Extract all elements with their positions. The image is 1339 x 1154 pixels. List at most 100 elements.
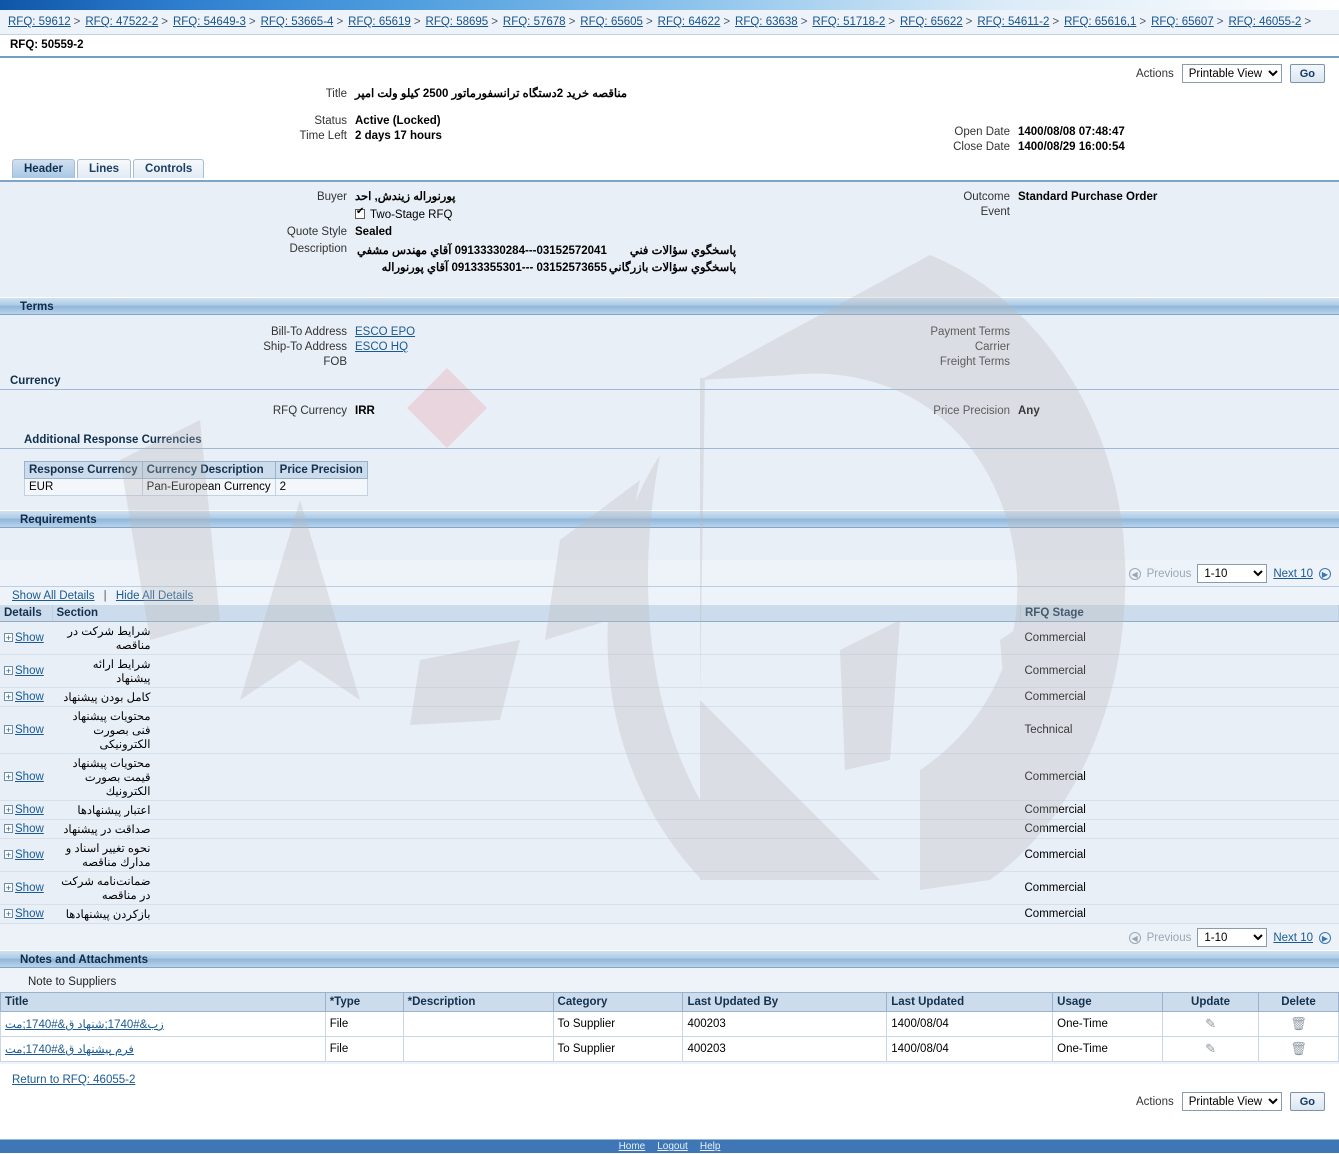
show-detail-link[interactable]: Show [15, 724, 44, 736]
breadcrumb-link[interactable]: RFQ: 58695 [426, 16, 489, 28]
attachment-title-link[interactable]: فرم پیشنهاد ق&#1740;مت [5, 1042, 134, 1056]
rfq-currency-row: RFQ Currency IRR [0, 404, 700, 418]
checkbox-icon [355, 206, 365, 219]
show-detail-link[interactable]: Show [15, 691, 44, 703]
trash-icon[interactable]: 🗑 [1290, 1041, 1307, 1056]
tab-header[interactable]: Header [12, 159, 75, 178]
open-date-value: 1400/08/08 07:48:47 [1018, 126, 1125, 138]
expand-plus-icon[interactable]: + [4, 633, 13, 643]
show-detail-link[interactable]: Show [15, 908, 44, 920]
expand-plus-icon[interactable]: + [4, 692, 13, 702]
breadcrumb-link[interactable]: RFQ: 65607 [1151, 16, 1214, 28]
tab-lines[interactable]: Lines [77, 159, 132, 178]
attachment-column-header: Title [0, 992, 326, 1012]
breadcrumb-separator: > [965, 16, 973, 28]
section-cell: محتویات پیشنهاد قیمت بصورت الکترونیك [52, 753, 1021, 801]
footer-link-home[interactable]: Home [619, 1141, 646, 1152]
expand-plus-icon[interactable]: + [4, 824, 13, 834]
next-arrow-icon-bottom[interactable]: ▶ [1319, 931, 1331, 944]
breadcrumb-link[interactable]: RFQ: 59612 [8, 16, 71, 28]
hide-all-details-link[interactable]: Hide All Details [116, 590, 193, 602]
fob-label: FOB [323, 356, 347, 368]
show-detail-link[interactable]: Show [15, 804, 44, 816]
payment-terms-label: Payment Terms [930, 326, 1010, 338]
attachment-last-updated-cell: 1400/08/04 [886, 1011, 1054, 1037]
table-row: + Show کامل بودن پیشنهاد Commercial [0, 687, 1339, 707]
section-cell: کامل بودن پیشنهاد [52, 687, 1021, 707]
breadcrumb-link[interactable]: RFQ: 63638 [735, 16, 798, 28]
next-arrow-icon-top[interactable]: ▶ [1319, 567, 1331, 580]
attachment-usage-cell: One-Time [1052, 1036, 1164, 1062]
breadcrumb-separator: > [800, 16, 808, 28]
breadcrumb-link[interactable]: RFQ: 65622 [900, 16, 963, 28]
footer-link-logout[interactable]: Logout [657, 1141, 688, 1152]
details-cell: + Show [0, 800, 52, 820]
show-detail-link[interactable]: Show [15, 632, 44, 644]
go-button-top[interactable]: Go [1289, 64, 1325, 83]
breadcrumb-link[interactable]: RFQ: 54611-2 [977, 16, 1049, 28]
expand-plus-icon[interactable]: + [4, 666, 13, 676]
expand-plus-icon[interactable]: + [4, 772, 13, 782]
show-detail-link[interactable]: Show [15, 665, 44, 677]
attachment-updated-by-cell: 400203 [682, 1036, 888, 1062]
breadcrumb-link[interactable]: RFQ: 53665-4 [261, 16, 334, 28]
actions-toolbar-bottom: Actions Printable View Go [0, 1092, 1339, 1119]
pencil-icon[interactable]: ✎ [1205, 1016, 1216, 1031]
quote-style-value: Sealed [355, 226, 393, 238]
requirements-column-header: Section [52, 605, 1021, 622]
show-detail-link[interactable]: Show [15, 823, 44, 835]
expand-plus-icon[interactable]: + [4, 883, 13, 893]
description-row: Description 03152572041---09133330284 آق… [0, 242, 880, 278]
expand-plus-icon[interactable]: + [4, 725, 13, 735]
next-link-bottom[interactable]: Next 10 [1273, 932, 1313, 944]
currency-region: RFQ Currency IRR Price Precision Any [0, 390, 1339, 432]
breadcrumb-link[interactable]: RFQ: 46055-2 [1228, 16, 1301, 28]
attachment-column-header: *Description [402, 992, 554, 1012]
bill-to-address-link[interactable]: ESCO EPO [355, 325, 415, 339]
breadcrumb-separator: > [1052, 16, 1060, 28]
description-line: 03152573655 ---09133355301 آقاي پورنورال… [357, 261, 762, 276]
show-detail-link[interactable]: Show [15, 849, 44, 861]
expand-plus-icon[interactable]: + [4, 850, 13, 860]
show-detail-link[interactable]: Show [15, 882, 44, 894]
previous-link-top[interactable]: Previous [1147, 568, 1192, 580]
show-all-details-link[interactable]: Show All Details [12, 590, 94, 602]
breadcrumb-link[interactable]: RFQ: 65605 [580, 16, 643, 28]
tab-controls[interactable]: Controls [133, 159, 205, 178]
previous-link-bottom[interactable]: Previous [1147, 932, 1192, 944]
breadcrumb-link[interactable]: RFQ: 65619 [348, 16, 411, 28]
outcome-value: Standard Purchase Order [1018, 191, 1158, 203]
attachment-title-link[interactable]: زب&#1740;شنهاد ق&#1740;مت [5, 1017, 164, 1031]
ship-to-address-link[interactable]: ESCO HQ [355, 340, 408, 354]
rfq-stage-cell: Commercial [1020, 753, 1339, 801]
trash-icon[interactable]: 🗑 [1290, 1016, 1307, 1031]
table-row: EUR Pan-European Currency 2 [24, 478, 368, 496]
breadcrumb-link[interactable]: RFQ: 65616,1 [1064, 16, 1136, 28]
breadcrumb-separator: > [413, 16, 421, 28]
expand-plus-icon[interactable]: + [4, 805, 13, 815]
table-row: + Show صداقت در پیشنهاد Commercial [0, 819, 1339, 839]
actions-select-top[interactable]: Printable View [1181, 64, 1282, 83]
breadcrumb-link[interactable]: RFQ: 47522-2 [85, 16, 158, 28]
breadcrumb-link[interactable]: RFQ: 57678 [503, 16, 566, 28]
tab-panel-header: Buyer پورنوراله زیندش, احد Two-Stage RFQ… [0, 180, 1339, 1119]
expand-plus-icon[interactable]: + [4, 909, 13, 919]
rfq-stage-cell: Commercial [1020, 904, 1339, 924]
show-detail-link[interactable]: Show [15, 771, 44, 783]
actions-select-bottom[interactable]: Printable View [1181, 1092, 1282, 1111]
breadcrumb-link[interactable]: RFQ: 54649-3 [173, 16, 246, 28]
two-stage-rfq-checkbox[interactable]: Two-Stage RFQ [355, 206, 452, 222]
rfq-stage-cell: Commercial [1020, 687, 1339, 707]
attachment-update-cell: ✎ [1162, 1011, 1259, 1037]
breadcrumb-separator: > [1216, 16, 1224, 28]
next-link-top[interactable]: Next 10 [1273, 568, 1313, 580]
breadcrumb-link[interactable]: RFQ: 64622 [658, 16, 721, 28]
attachment-title-cell: فرم پیشنهاد ق&#1740;مت [0, 1036, 326, 1062]
go-button-bottom[interactable]: Go [1289, 1092, 1325, 1111]
page-range-select-top[interactable]: 1-10 [1197, 564, 1268, 583]
page-range-select-bottom[interactable]: 1-10 [1197, 928, 1268, 947]
footer-link-help[interactable]: Help [700, 1141, 721, 1152]
breadcrumb-link[interactable]: RFQ: 51718-2 [812, 16, 885, 28]
pencil-icon[interactable]: ✎ [1205, 1041, 1216, 1056]
return-to-rfq-link[interactable]: Return to RFQ: 46055-2 [12, 1074, 135, 1086]
